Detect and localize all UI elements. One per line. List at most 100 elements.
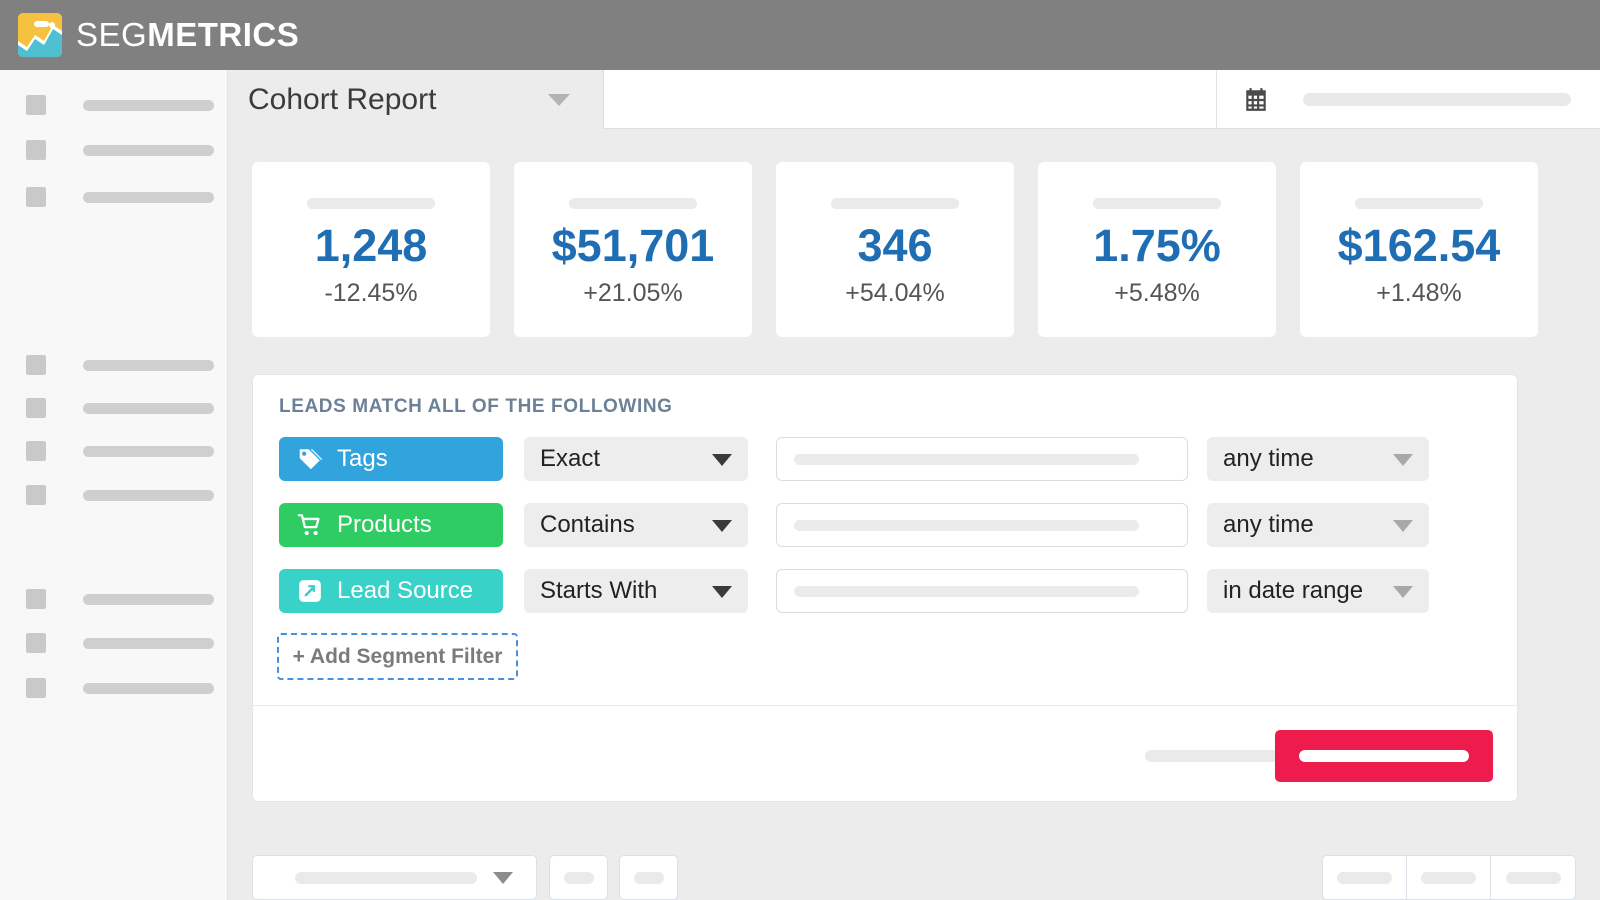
add-segment-filter-button[interactable]: + Add Segment Filter: [277, 633, 518, 680]
bottom-toolbar-button[interactable]: [619, 855, 678, 900]
segmented-item-label-placeholder: [1337, 871, 1392, 884]
app-root: SEGMETRICS Cohort Report 1,248 -12.45% $…: [0, 0, 1600, 900]
sidebar-item[interactable]: [26, 589, 214, 609]
sidebar-item-label-placeholder: [83, 637, 214, 649]
date-range-picker[interactable]: [1216, 70, 1600, 129]
sidebar-item-label-placeholder: [83, 489, 214, 501]
sidebar-item-label-placeholder: [83, 445, 214, 457]
metric-delta: +21.05%: [583, 279, 683, 308]
chevron-down-icon: [1393, 454, 1413, 466]
brand-wordmark: SEGMETRICS: [76, 16, 299, 54]
bottom-toolbar: [228, 828, 1600, 900]
sidebar-item[interactable]: [26, 398, 214, 418]
panel-divider: [253, 705, 1517, 706]
sidebar-item[interactable]: [26, 140, 214, 160]
metric-delta: +5.48%: [1114, 279, 1200, 308]
sidebar-item-label-placeholder: [83, 593, 214, 605]
filter-value-input[interactable]: [776, 569, 1188, 613]
page-title: Cohort Report: [248, 82, 437, 116]
filter-field-label: Tags: [337, 445, 388, 472]
pagination-segmented-control: [1322, 855, 1576, 900]
sidebar: [0, 70, 228, 900]
segmented-control-item[interactable]: [1407, 856, 1491, 899]
filter-value-placeholder: [794, 585, 1139, 597]
sidebar-item[interactable]: [26, 485, 214, 505]
metric-label-placeholder: [569, 198, 697, 209]
filter-timeframe-value: any time: [1223, 511, 1314, 538]
segmented-control-item[interactable]: [1491, 856, 1575, 899]
filter-timeframe-value: in date range: [1223, 577, 1364, 604]
metric-label-placeholder: [307, 198, 435, 209]
placeholder-square-icon: [26, 187, 46, 207]
metric-label-placeholder: [1093, 198, 1221, 209]
sidebar-item[interactable]: [26, 355, 214, 375]
metric-value: $51,701: [551, 220, 715, 271]
filter-field-label: Lead Source: [337, 577, 474, 604]
filter-panel-title: LEADS MATCH ALL OF THE FOLLOWING: [279, 396, 673, 417]
filter-field-tags[interactable]: Tags: [279, 437, 503, 481]
placeholder-square-icon: [26, 398, 46, 418]
placeholder-square-icon: [26, 355, 46, 375]
chart-logo-icon: [18, 13, 62, 57]
chevron-down-icon: [493, 872, 513, 884]
filter-row: Products Contains any time: [279, 503, 1429, 547]
secondary-action-placeholder[interactable]: [1145, 750, 1292, 762]
top-brand-bar: SEGMETRICS: [0, 0, 1600, 70]
chevron-down-icon: [712, 454, 732, 466]
metric-value: 1,248: [314, 220, 428, 271]
apply-filters-label-placeholder: [1299, 750, 1469, 762]
placeholder-square-icon: [26, 678, 46, 698]
metric-cards: 1,248 -12.45% $51,701 +21.05% 346 +54.04…: [252, 162, 1538, 337]
metric-card: 346 +54.04%: [776, 162, 1014, 337]
filter-field-products[interactable]: Products: [279, 503, 503, 547]
logo-glyph: [18, 13, 62, 57]
filter-value-placeholder: [794, 453, 1139, 465]
placeholder-square-icon: [26, 140, 46, 160]
filter-timeframe-select[interactable]: any time: [1207, 437, 1429, 481]
filter-operator-select[interactable]: Starts With: [524, 569, 748, 613]
metric-value: $162.54: [1337, 220, 1501, 271]
filter-value-input[interactable]: [776, 437, 1188, 481]
sidebar-item[interactable]: [26, 95, 214, 115]
filter-field-lead-source[interactable]: Lead Source: [279, 569, 503, 613]
metric-value: 346: [857, 220, 933, 271]
sidebar-item[interactable]: [26, 633, 214, 653]
chevron-down-icon: [1393, 586, 1413, 598]
metric-card: $162.54 +1.48%: [1300, 162, 1538, 337]
filter-field-label: Products: [337, 511, 432, 538]
metric-label-placeholder: [1355, 198, 1483, 209]
metric-delta: -12.45%: [324, 279, 418, 308]
sidebar-item[interactable]: [26, 441, 214, 461]
calendar-icon: [1246, 87, 1266, 111]
filter-row: Lead Source Starts With in date range: [279, 569, 1429, 613]
external-link-icon: [299, 580, 321, 602]
metric-delta: +54.04%: [845, 279, 945, 308]
chevron-down-icon: [1393, 520, 1413, 532]
filter-timeframe-value: any time: [1223, 445, 1314, 472]
report-selector[interactable]: Cohort Report: [228, 70, 604, 129]
sidebar-item-label-placeholder: [83, 359, 214, 371]
placeholder-square-icon: [26, 589, 46, 609]
filter-row: Tags Exact any time: [279, 437, 1429, 481]
chevron-down-icon: [712, 586, 732, 598]
filter-operator-select[interactable]: Exact: [524, 437, 748, 481]
sidebar-item-label-placeholder: [83, 99, 214, 111]
sidebar-item-label-placeholder: [83, 682, 214, 694]
cart-icon: [297, 514, 320, 536]
sidebar-item-label-placeholder: [83, 402, 214, 414]
sidebar-item[interactable]: [26, 187, 214, 207]
segmented-control-item[interactable]: [1323, 856, 1407, 899]
filter-timeframe-select[interactable]: in date range: [1207, 569, 1429, 613]
filter-value-input[interactable]: [776, 503, 1188, 547]
filter-operator-select[interactable]: Contains: [524, 503, 748, 547]
filter-timeframe-select[interactable]: any time: [1207, 503, 1429, 547]
sidebar-item[interactable]: [26, 678, 214, 698]
bottom-toolbar-button[interactable]: [549, 855, 608, 900]
apply-filters-button[interactable]: [1275, 730, 1493, 782]
placeholder-square-icon: [26, 633, 46, 653]
bottom-dropdown[interactable]: [252, 855, 537, 900]
segmented-item-label-placeholder: [1421, 871, 1476, 884]
placeholder-square-icon: [26, 441, 46, 461]
metric-value: 1.75%: [1093, 220, 1221, 271]
brand-name-bold: METRICS: [147, 16, 300, 53]
